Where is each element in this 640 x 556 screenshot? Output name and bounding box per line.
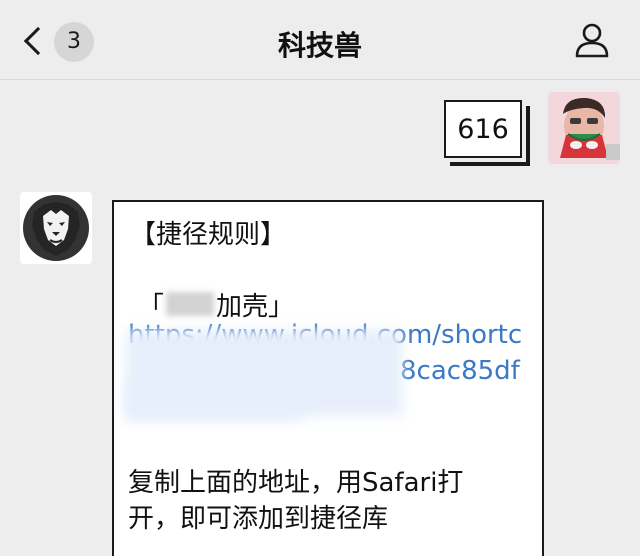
self-avatar[interactable] bbox=[548, 92, 620, 164]
message-heading: 【捷径规则】 bbox=[130, 220, 287, 250]
profile-button[interactable] bbox=[572, 20, 612, 60]
received-message-bubble[interactable]: 【捷径规则】 「 加壳」 https://www.icloud.com/shor… bbox=[112, 200, 544, 556]
lion-logo-icon bbox=[20, 192, 92, 264]
back-button[interactable]: 3 bbox=[20, 20, 100, 64]
sent-message-bubble[interactable]: 616 bbox=[444, 100, 530, 166]
shortcut-name-label: 加壳」 bbox=[216, 292, 295, 322]
blurred-link-text-tail bbox=[126, 384, 302, 420]
person-outline-icon bbox=[575, 23, 609, 58]
unread-count-badge: 3 bbox=[54, 22, 94, 62]
self-avatar-photo bbox=[548, 92, 620, 164]
shortcut-name-open-bracket: 「 bbox=[138, 292, 165, 322]
shortcut-link-line-2[interactable]: 8cac85df bbox=[400, 356, 520, 386]
sent-message-text: 616 bbox=[457, 114, 509, 145]
instruction-line-1: 复制上面的地址，用Safari打 bbox=[128, 468, 464, 498]
contact-avatar[interactable] bbox=[20, 192, 92, 264]
instruction-line-2: 开，即可添加到捷径库 bbox=[128, 504, 389, 534]
blurred-shortcut-name bbox=[166, 292, 214, 316]
chevron-left-icon bbox=[23, 26, 53, 56]
chat-screen: 3 科技兽 616 【捷径规则】 「 加壳」 8cac85df 复制上面的地址，… bbox=[0, 0, 640, 556]
navigation-bar: 3 科技兽 bbox=[0, 0, 640, 80]
